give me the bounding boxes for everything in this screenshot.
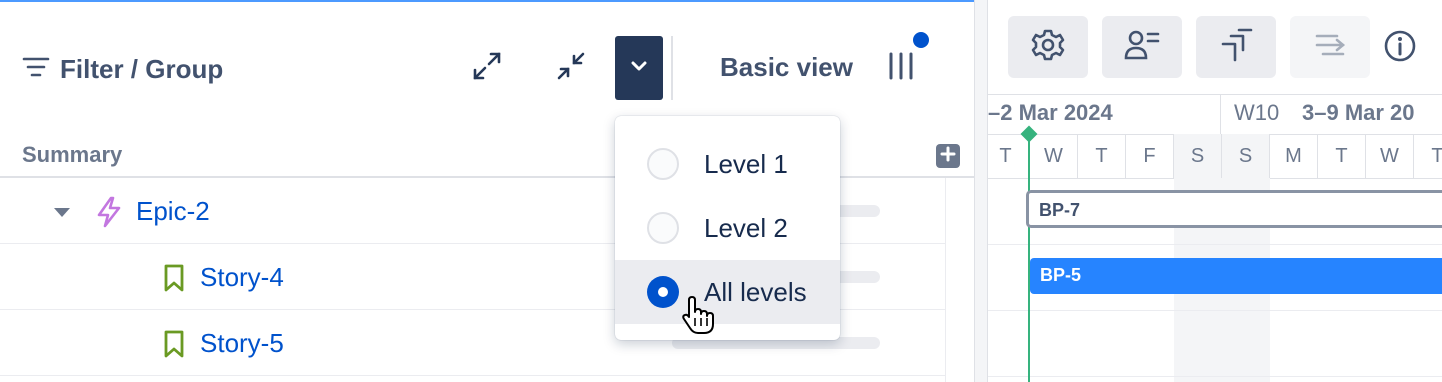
option-label: Level 2 bbox=[704, 212, 788, 243]
settings-button[interactable] bbox=[1008, 16, 1088, 78]
today-marker bbox=[1028, 134, 1030, 382]
radio-button[interactable] bbox=[647, 212, 679, 244]
info-icon bbox=[1383, 29, 1417, 68]
current-week-range: 3–9 Mar 20 bbox=[1302, 100, 1415, 125]
columns-icon bbox=[886, 51, 916, 86]
filter-icon bbox=[22, 55, 50, 84]
week-number: W10 bbox=[1234, 100, 1280, 125]
level-dropdown-menu: Level 1 Level 2 All levels bbox=[615, 116, 840, 340]
day-label: T bbox=[988, 134, 1030, 178]
expand-all-button[interactable] bbox=[459, 40, 515, 96]
collapse-all-button[interactable] bbox=[543, 40, 599, 96]
prev-week-range: –2 Mar 2024 bbox=[988, 100, 1113, 125]
panel-resize-handle[interactable] bbox=[974, 0, 988, 382]
day-label: W bbox=[1366, 134, 1414, 178]
issue-key[interactable]: Story-4 bbox=[200, 262, 284, 293]
dependencies-button[interactable] bbox=[1196, 16, 1276, 78]
radio-button[interactable] bbox=[647, 148, 679, 180]
sort-icon bbox=[1313, 28, 1347, 67]
bookmark-icon bbox=[160, 262, 190, 294]
day-label: S bbox=[1174, 134, 1222, 178]
dependency-icon bbox=[1219, 28, 1253, 67]
sort-button[interactable] bbox=[1290, 16, 1370, 78]
caret-down-icon[interactable] bbox=[52, 202, 72, 222]
option-label: Level 1 bbox=[704, 148, 788, 179]
level-option-2[interactable]: Level 2 bbox=[615, 196, 840, 260]
bar-label: BP-7 bbox=[1039, 200, 1081, 220]
timeline-bar-story[interactable]: BP-5 bbox=[1030, 258, 1442, 294]
chevron-down-icon bbox=[630, 59, 648, 77]
row-divider bbox=[988, 376, 1442, 377]
filter-group-label: Filter / Group bbox=[60, 53, 224, 84]
day-label: T bbox=[1414, 134, 1442, 178]
day-label: F bbox=[1126, 134, 1174, 178]
placeholder-bar bbox=[834, 271, 880, 283]
toolbar-divider bbox=[671, 36, 673, 100]
day-label: W bbox=[1030, 134, 1078, 178]
day-label: T bbox=[1318, 134, 1366, 178]
day-label: M bbox=[1270, 134, 1318, 178]
row-divider bbox=[988, 310, 1442, 311]
timeline-divider bbox=[988, 94, 1442, 95]
level-option-1[interactable]: Level 1 bbox=[615, 132, 840, 196]
bar-label: BP-5 bbox=[1040, 265, 1082, 285]
gear-icon bbox=[1031, 28, 1065, 67]
row-divider bbox=[988, 244, 1442, 245]
radio-button-selected[interactable] bbox=[647, 276, 679, 308]
view-selector[interactable]: Basic view bbox=[720, 52, 853, 83]
info-button[interactable] bbox=[1380, 28, 1420, 68]
level-option-all[interactable]: All levels bbox=[615, 260, 840, 324]
day-label: S bbox=[1222, 134, 1270, 178]
assignee-button[interactable] bbox=[1102, 16, 1182, 78]
columns-button[interactable] bbox=[884, 50, 918, 86]
filter-group-button[interactable]: Filter / Group bbox=[22, 52, 223, 86]
plus-icon bbox=[940, 146, 956, 167]
lightning-icon bbox=[94, 196, 124, 228]
issue-key[interactable]: Epic-2 bbox=[136, 196, 210, 227]
column-divider bbox=[945, 178, 946, 382]
timeline-bar-epic[interactable]: BP-7 bbox=[1026, 190, 1442, 228]
placeholder-bar bbox=[834, 205, 880, 217]
bookmark-icon bbox=[160, 328, 190, 360]
issue-key[interactable]: Story-5 bbox=[200, 328, 284, 359]
assignee-icon bbox=[1124, 28, 1160, 67]
focus-line bbox=[0, 0, 974, 2]
level-dropdown-button[interactable] bbox=[615, 36, 663, 100]
expand-icon bbox=[471, 50, 503, 87]
summary-column-header: Summary bbox=[22, 142, 123, 167]
timeline-panel: –2 Mar 2024 W10 3–9 Mar 20 T W T F S S M… bbox=[988, 0, 1442, 382]
day-label: T bbox=[1078, 134, 1126, 178]
notification-dot bbox=[913, 32, 929, 48]
collapse-icon bbox=[555, 50, 587, 87]
hand-cursor-icon bbox=[680, 296, 720, 336]
add-column-button[interactable] bbox=[936, 144, 960, 168]
